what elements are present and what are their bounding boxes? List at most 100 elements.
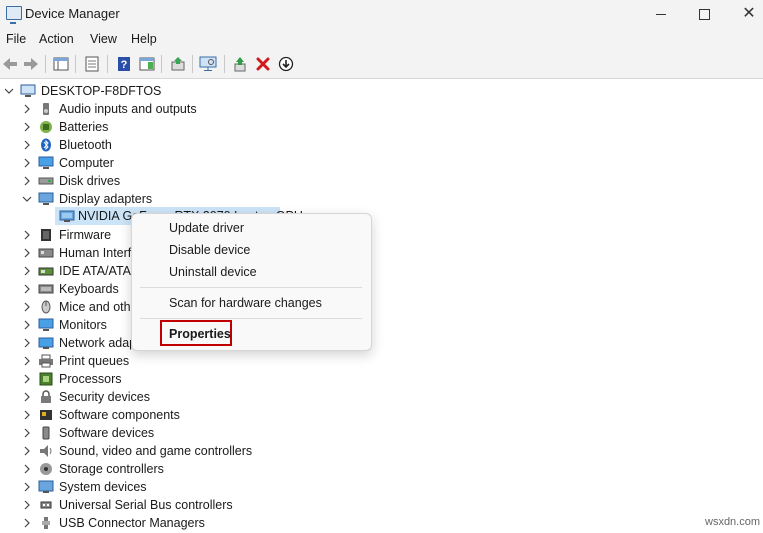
- menu-action[interactable]: Action: [39, 32, 74, 46]
- security-icon: [38, 390, 54, 404]
- monitor-icon: [38, 156, 54, 170]
- context-disable-device[interactable]: Disable device: [169, 243, 250, 257]
- puzzle-icon: [38, 408, 54, 422]
- chevron-right-icon[interactable]: [22, 230, 32, 240]
- mouse-icon: [38, 300, 54, 314]
- close-button[interactable]: ✕: [726, 0, 763, 28]
- tree-category-label[interactable]: Computer: [59, 154, 114, 172]
- tree-category-label[interactable]: Disk drives: [59, 172, 120, 190]
- chevron-right-icon[interactable]: [22, 266, 32, 276]
- tree-category-label[interactable]: Print queues: [59, 352, 129, 370]
- battery-icon: [38, 120, 54, 134]
- uninstall-icon[interactable]: [253, 54, 273, 74]
- menu-file[interactable]: File: [6, 32, 26, 46]
- context-update-driver[interactable]: Update driver: [169, 221, 244, 235]
- maximize-icon: [698, 8, 710, 20]
- chevron-right-icon[interactable]: [22, 428, 32, 438]
- chevron-right-icon[interactable]: [22, 140, 32, 150]
- disable-icon[interactable]: [276, 54, 296, 74]
- forward-icon[interactable]: [21, 54, 41, 74]
- bluetooth-icon: [38, 138, 54, 152]
- context-scan-hardware[interactable]: Scan for hardware changes: [169, 296, 322, 310]
- chevron-right-icon[interactable]: [22, 284, 32, 294]
- chevron-right-icon[interactable]: [22, 302, 32, 312]
- tree-category-label[interactable]: USB Connector Managers: [59, 514, 205, 532]
- scan-hardware-icon[interactable]: [198, 54, 218, 74]
- chevron-right-icon[interactable]: [22, 356, 32, 366]
- toolbar-separator: [75, 55, 76, 73]
- minimize-icon: [656, 13, 666, 15]
- chevron-right-icon[interactable]: [22, 482, 32, 492]
- chevron-down-icon[interactable]: [4, 86, 14, 96]
- tree-category-label[interactable]: Batteries: [59, 118, 108, 136]
- update-driver-icon[interactable]: [168, 54, 188, 74]
- properties-icon[interactable]: [82, 54, 102, 74]
- chevron-right-icon[interactable]: [22, 500, 32, 510]
- tree-category-label[interactable]: Processors: [59, 370, 122, 388]
- display-adapter-icon: [38, 192, 54, 206]
- chevron-right-icon[interactable]: [22, 464, 32, 474]
- help-icon[interactable]: ?: [114, 54, 134, 74]
- tree-category-label[interactable]: System devices: [59, 478, 147, 496]
- sound-icon: [38, 444, 54, 458]
- tree-category-label[interactable]: Software components: [59, 406, 180, 424]
- tree-category-label[interactable]: Audio inputs and outputs: [59, 100, 197, 118]
- window-title: Device Manager: [25, 6, 120, 21]
- menu-view[interactable]: View: [90, 32, 117, 46]
- menu-help[interactable]: Help: [131, 32, 157, 46]
- chevron-right-icon[interactable]: [22, 320, 32, 330]
- toolbar-separator: [45, 55, 46, 73]
- chevron-right-icon[interactable]: [22, 410, 32, 420]
- chevron-right-icon[interactable]: [22, 446, 32, 456]
- chevron-down-icon[interactable]: [22, 194, 32, 204]
- context-properties[interactable]: Properties: [169, 327, 231, 341]
- tree-category-label[interactable]: Firmware: [59, 226, 111, 244]
- chevron-right-icon[interactable]: [22, 248, 32, 258]
- tree-category-label[interactable]: Software devices: [59, 424, 154, 442]
- tree-category-label[interactable]: Display adapters: [59, 190, 152, 208]
- printer-icon: [38, 354, 54, 368]
- chevron-right-icon[interactable]: [22, 392, 32, 402]
- usb-icon: [38, 498, 54, 512]
- tree-category-label[interactable]: Human Interf: [59, 244, 131, 262]
- close-icon: ✕: [742, 5, 756, 22]
- tree-category-label[interactable]: Keyboards: [59, 280, 119, 298]
- title-bar: Device Manager ✕: [0, 0, 763, 28]
- chevron-right-icon[interactable]: [22, 518, 32, 528]
- tree-category-label[interactable]: Mice and oth: [59, 298, 131, 316]
- chevron-right-icon[interactable]: [22, 158, 32, 168]
- tree-root-label[interactable]: DESKTOP-F8DFTOS: [41, 82, 161, 100]
- tree-category-label[interactable]: Sound, video and game controllers: [59, 442, 252, 460]
- add-legacy-icon[interactable]: [230, 54, 250, 74]
- tree-category-label[interactable]: Storage controllers: [59, 460, 164, 478]
- chevron-right-icon[interactable]: [22, 176, 32, 186]
- tree-category-label[interactable]: Universal Serial Bus controllers: [59, 496, 233, 514]
- chevron-right-icon[interactable]: [22, 374, 32, 384]
- tree-category-label[interactable]: Network adap: [59, 334, 136, 352]
- network-adapter-icon: [38, 336, 54, 350]
- context-uninstall-device[interactable]: Uninstall device: [169, 265, 257, 279]
- menu-bar: File Action View Help: [0, 28, 763, 50]
- chevron-right-icon[interactable]: [22, 122, 32, 132]
- tree-category-label[interactable]: Monitors: [59, 316, 107, 334]
- ide-controller-icon: [38, 264, 54, 278]
- processor-icon: [38, 372, 54, 386]
- usb-connector-icon: [38, 516, 54, 530]
- tree-category-label[interactable]: IDE ATA/ATAP: [59, 262, 139, 280]
- chevron-right-icon[interactable]: [22, 104, 32, 114]
- action-pane-icon[interactable]: [137, 54, 157, 74]
- disk-drive-icon: [38, 174, 54, 188]
- chip-icon: [38, 228, 54, 242]
- device-manager-icon: [6, 6, 22, 24]
- show-hide-tree-icon[interactable]: [51, 54, 71, 74]
- toolbar-separator: [107, 55, 108, 73]
- software-device-icon: [38, 426, 54, 440]
- tree-category-label[interactable]: Security devices: [59, 388, 150, 406]
- maximize-button[interactable]: [681, 0, 727, 28]
- computer-icon: [20, 84, 36, 98]
- back-icon[interactable]: [0, 54, 20, 74]
- minimize-button[interactable]: [638, 0, 684, 28]
- tree-category-label[interactable]: Bluetooth: [59, 136, 112, 154]
- chevron-right-icon[interactable]: [22, 338, 32, 348]
- storage-controller-icon: [38, 462, 54, 476]
